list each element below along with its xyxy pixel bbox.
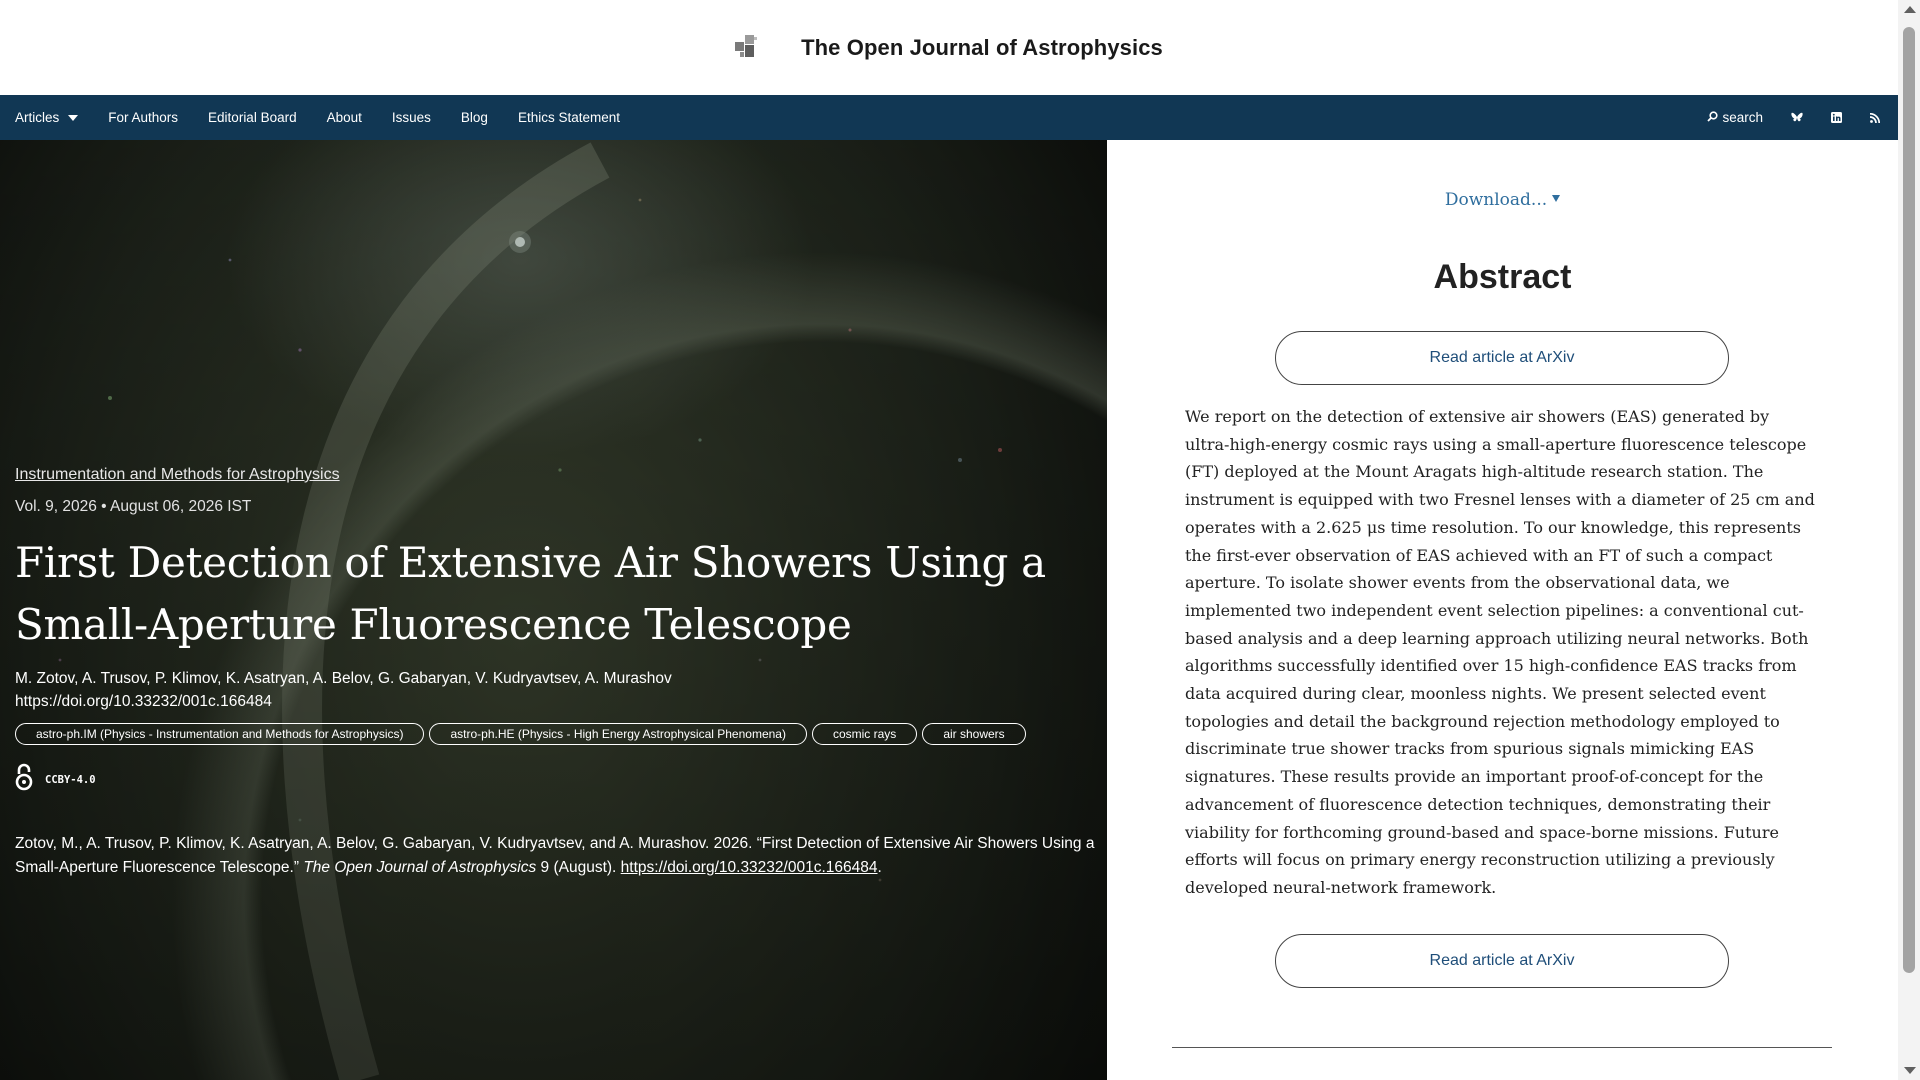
read-arxiv-button-bottom[interactable]: Read article at ArXiv <box>1275 934 1729 988</box>
nav-for-authors[interactable]: For Authors <box>93 95 193 140</box>
license-badge[interactable]: CCBY-4.0 <box>15 763 1095 796</box>
linkedin-icon[interactable] <box>1817 95 1856 140</box>
download-dropdown[interactable]: Download... <box>1107 190 1898 210</box>
search-icon <box>1707 110 1719 125</box>
scrollbar-thumb[interactable] <box>1903 27 1915 973</box>
tag-astro-ph-im[interactable]: astro-ph.IM (Physics - Instrumentation a… <box>15 723 425 745</box>
divider <box>1172 1047 1832 1048</box>
search-label: search <box>1722 110 1763 125</box>
doi-text: https://doi.org/10.33232/001c.166484 <box>15 693 272 710</box>
nav-articles-label: Articles <box>15 110 60 125</box>
read-arxiv-button-top[interactable]: Read article at ArXiv <box>1275 331 1729 385</box>
article-hero: Instrumentation and Methods for Astrophy… <box>0 140 1107 1080</box>
nav-right-group: search <box>1693 95 1898 140</box>
chevron-down-icon <box>68 114 79 121</box>
nav-blog[interactable]: Blog <box>446 95 503 140</box>
tag-astro-ph-he[interactable]: astro-ph.HE (Physics - High Energy Astro… <box>429 723 807 745</box>
category-link[interactable]: Instrumentation and Methods for Astrophy… <box>15 466 340 484</box>
tag-air-showers[interactable]: air showers <box>922 723 1026 745</box>
abstract-panel: Download... Abstract Read article at ArX… <box>1107 140 1898 1080</box>
author-list: M. Zotov, A. Trusov, P. Klimov, K. Asatr… <box>15 670 672 687</box>
rss-icon[interactable] <box>1856 95 1894 140</box>
download-label: Download... <box>1444 190 1548 210</box>
volume-date: Vol. 9, 2026 • August 06, 2026 IST <box>15 498 252 515</box>
article-title: First Detection of Extensive Air Showers… <box>15 538 1046 649</box>
open-access-icon <box>15 763 33 796</box>
tag-list: astro-ph.IM (Physics - Instrumentation a… <box>15 723 1095 745</box>
hero-content: Instrumentation and Methods for Astrophy… <box>15 466 1095 880</box>
abstract-text: We report on the detection of extensive … <box>1185 407 1815 897</box>
license-label: CCBY-4.0 <box>45 773 96 786</box>
nav-articles[interactable]: Articles <box>0 95 93 140</box>
journal-logo-icon[interactable] <box>735 33 759 59</box>
site-title[interactable]: The Open Journal of Astrophysics <box>801 35 1163 61</box>
main-navbar: Articles For Authors Editorial Board Abo… <box>0 95 1898 140</box>
search-button[interactable]: search <box>1693 95 1777 140</box>
tag-cosmic-rays[interactable]: cosmic rays <box>811 723 918 745</box>
citation: Zotov, M., A. Trusov, P. Klimov, K. Asat… <box>15 832 1095 880</box>
scrollbar[interactable] <box>1898 0 1920 1080</box>
citation-end: . <box>877 859 882 876</box>
scroll-up-arrow-icon[interactable] <box>1904 6 1916 13</box>
citation-journal: The Open Journal of Astrophysics <box>303 859 537 876</box>
nav-about[interactable]: About <box>312 95 377 140</box>
nav-issues[interactable]: Issues <box>377 95 446 140</box>
abstract-heading: Abstract <box>1433 258 1572 296</box>
nav-ethics-statement[interactable]: Ethics Statement <box>503 95 635 140</box>
caret-down-icon <box>1552 195 1561 202</box>
site-header: The Open Journal of Astrophysics <box>0 0 1898 95</box>
nav-editorial-board[interactable]: Editorial Board <box>193 95 312 140</box>
citation-doi-link[interactable]: https://doi.org/10.33232/001c.166484 <box>621 859 878 876</box>
scroll-down-arrow-icon[interactable] <box>1904 1067 1916 1074</box>
bluesky-icon[interactable] <box>1777 95 1817 140</box>
citation-volume: 9 (August). <box>536 859 621 876</box>
